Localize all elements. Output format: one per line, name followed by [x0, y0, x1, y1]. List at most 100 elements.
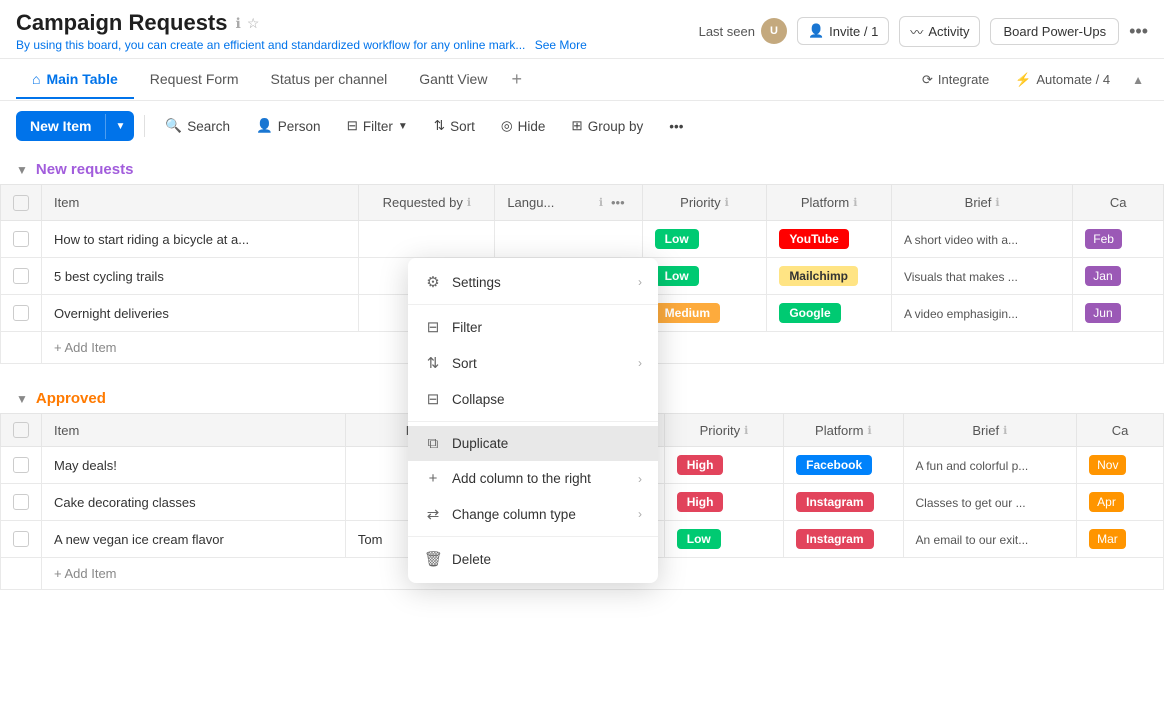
cell-date: Mar	[1077, 521, 1164, 558]
cell-requested-by	[359, 221, 495, 258]
col-brief-approved: Brief ℹ	[903, 414, 1077, 447]
title-icons: ℹ ☆	[236, 15, 260, 32]
requested-by-info-icon[interactable]: ℹ	[467, 196, 471, 209]
row-checkbox[interactable]	[13, 231, 29, 247]
info-icon[interactable]: ℹ	[236, 15, 241, 32]
cell-item: A new vegan ice cream flavor ⊕	[42, 521, 346, 558]
language-col-menu-icon[interactable]: •••	[606, 193, 630, 212]
priority-info-icon-approved[interactable]: ℹ	[744, 424, 748, 437]
menu-item-collapse[interactable]: ⊟ Collapse	[408, 381, 658, 417]
see-more-link[interactable]: See More	[535, 38, 587, 52]
cell-brief: A short video with a...	[891, 221, 1072, 258]
new-item-dropdown-arrow[interactable]: ▼	[105, 114, 134, 139]
filter-icon: ⊟	[347, 118, 358, 134]
tab-request-form[interactable]: Request Form	[134, 61, 255, 99]
cell-date: Jun	[1073, 295, 1164, 332]
menu-label-duplicate: Duplicate	[452, 436, 508, 451]
menu-label-delete: Delete	[452, 552, 491, 567]
tabs-left: ⌂ Main Table Request Form Status per cha…	[16, 59, 530, 100]
title-area: Campaign Requests ℹ ☆ By using this boar…	[16, 10, 587, 52]
star-icon[interactable]: ☆	[247, 15, 260, 32]
platform-badge: Facebook	[796, 455, 872, 475]
cell-brief: A video emphasigin...	[891, 295, 1072, 332]
platform-badge: Google	[779, 303, 840, 323]
col-platform-approved: Platform ℹ	[784, 414, 903, 447]
search-button[interactable]: 🔍 Search	[155, 112, 240, 140]
settings-icon: ⚙	[424, 273, 442, 291]
platform-info-icon-approved[interactable]: ℹ	[867, 424, 871, 437]
tab-add-button[interactable]: +	[503, 59, 530, 100]
cell-checkbox	[1, 295, 42, 332]
row-checkbox[interactable]	[13, 457, 29, 473]
more-options-icon[interactable]: •••	[1129, 21, 1148, 42]
delete-menu-icon: 🗑	[424, 550, 442, 568]
group-by-button[interactable]: ⊞ Group by	[561, 112, 653, 140]
board-powerups-button[interactable]: Board Power-Ups	[990, 18, 1119, 45]
language-info-icon[interactable]: ℹ	[599, 196, 603, 209]
hide-button[interactable]: ◎ Hide	[491, 112, 556, 140]
table-header-row: Item Requested by ℹ Langu... ℹ •••	[1, 185, 1164, 221]
sort-arrow-icon: ›	[638, 356, 642, 370]
table-row: How to start riding a bicycle at a... ⊕ …	[1, 221, 1164, 258]
filter-menu-icon: ⊟	[424, 318, 442, 336]
cell-date: Jan	[1073, 258, 1164, 295]
tab-gantt-view[interactable]: Gantt View	[403, 61, 503, 99]
automate-button[interactable]: ⚡ Automate / 4	[1007, 67, 1118, 93]
menu-item-sort[interactable]: ⇅ Sort ›	[408, 345, 658, 381]
tab-main-table[interactable]: ⌂ Main Table	[16, 61, 134, 99]
group-toggle-approved[interactable]: ▼	[16, 392, 28, 406]
cell-language	[495, 221, 642, 258]
priority-badge: Medium	[655, 303, 720, 323]
select-all-checkbox[interactable]	[13, 195, 29, 211]
cell-platform: YouTube	[767, 221, 892, 258]
cell-brief: A fun and colorful p...	[903, 447, 1077, 484]
menu-divider-2	[408, 421, 658, 422]
add-column-arrow-icon: ›	[638, 472, 642, 486]
col-checkbox	[1, 185, 42, 221]
row-checkbox[interactable]	[13, 268, 29, 284]
person-button[interactable]: 👤 Person	[246, 112, 331, 140]
menu-item-delete[interactable]: 🗑 Delete	[408, 541, 658, 577]
tabs-right: ⟳ Integrate ⚡ Automate / 4 ▲	[914, 67, 1148, 93]
row-checkbox[interactable]	[13, 494, 29, 510]
menu-item-add-column[interactable]: + Add column to the right ›	[408, 461, 658, 496]
select-all-checkbox-approved[interactable]	[13, 422, 29, 438]
tab-status-channel[interactable]: Status per channel	[254, 61, 403, 99]
menu-item-settings[interactable]: ⚙ Settings ›	[408, 264, 658, 300]
filter-dropdown-icon: ▼	[398, 121, 408, 132]
cell-checkbox	[1, 258, 42, 295]
group-title-approved: Approved	[36, 390, 106, 407]
person-filter-icon: 👤	[256, 118, 273, 134]
cell-checkbox	[1, 484, 42, 521]
brief-info-icon-approved[interactable]: ℹ	[1003, 424, 1007, 437]
col-checkbox	[1, 414, 42, 447]
integrate-button[interactable]: ⟳ Integrate	[914, 67, 997, 93]
cell-priority: Low	[664, 521, 783, 558]
menu-label-filter: Filter	[452, 320, 482, 335]
brief-info-icon[interactable]: ℹ	[995, 196, 999, 209]
filter-button[interactable]: ⊟ Filter ▼	[337, 112, 418, 140]
priority-info-icon[interactable]: ℹ	[725, 196, 729, 209]
add-column-icon: +	[424, 470, 442, 487]
menu-item-filter[interactable]: ⊟ Filter	[408, 309, 658, 345]
platform-info-icon[interactable]: ℹ	[853, 196, 857, 209]
cell-date: Feb	[1073, 221, 1164, 258]
row-checkbox[interactable]	[13, 531, 29, 547]
sort-button[interactable]: ⇅ Sort	[424, 112, 485, 140]
new-item-button[interactable]: New Item ▼	[16, 111, 134, 141]
cell-checkbox	[1, 221, 42, 258]
more-toolbar-button[interactable]: •••	[659, 113, 693, 140]
col-requested-by: Requested by ℹ	[359, 185, 495, 221]
invite-button[interactable]: 👤 Invite / 1	[797, 17, 889, 45]
menu-item-change-type[interactable]: ⇄ Change column type ›	[408, 496, 658, 532]
menu-item-duplicate[interactable]: ⧉ Duplicate	[408, 426, 658, 461]
row-checkbox[interactable]	[13, 305, 29, 321]
collapse-tabs-icon[interactable]: ▲	[1128, 69, 1148, 91]
activity-button[interactable]: 〰 Activity	[899, 16, 980, 47]
group-toggle-new-requests[interactable]: ▼	[16, 163, 28, 177]
menu-label-settings: Settings	[452, 275, 501, 290]
more-toolbar-icon: •••	[669, 119, 683, 134]
priority-badge: High	[677, 455, 724, 475]
cell-checkbox	[1, 447, 42, 484]
sort-menu-icon: ⇅	[424, 354, 442, 372]
